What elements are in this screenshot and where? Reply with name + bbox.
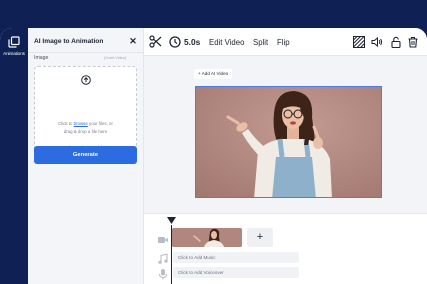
- rail-item-animations[interactable]: Animations: [0, 34, 28, 62]
- layers-icon: [8, 36, 20, 48]
- trash-icon[interactable]: [407, 36, 419, 48]
- add-music-track[interactable]: Click to Add Music: [173, 252, 299, 263]
- panel-divider: [28, 52, 144, 53]
- left-rail: Animations: [0, 28, 28, 284]
- preview-image: [196, 87, 381, 197]
- music-icon: [158, 253, 168, 264]
- dropzone-drag-text: drag & drop a file here: [63, 129, 108, 134]
- clock-icon[interactable]: [169, 36, 181, 48]
- close-icon[interactable]: ✕: [127, 35, 139, 47]
- lock-icon[interactable]: [390, 36, 402, 48]
- pattern-icon[interactable]: [353, 36, 365, 48]
- timeline-ruler[interactable]: [144, 214, 427, 224]
- add-voiceover-track[interactable]: Click to Add Voiceover: [173, 267, 299, 278]
- clip-thumbnail: [172, 228, 242, 247]
- browse-link[interactable]: browse: [74, 121, 88, 126]
- dropzone-instruction: Click to browse your files, or: [35, 121, 136, 126]
- editor-toolbar: 5.0s Edit Video Split Flip: [144, 28, 427, 56]
- ai-panel: AI Image to Animation ✕ Image (Octet Vid…: [28, 28, 144, 284]
- edit-video-button[interactable]: Edit Video: [209, 38, 244, 47]
- microphone-icon: [159, 269, 167, 280]
- video-preview[interactable]: [195, 86, 382, 198]
- image-label: Image: [34, 55, 49, 61]
- duration-value[interactable]: 5.0s: [184, 37, 200, 47]
- image-hint: (Octet Video): [104, 56, 127, 60]
- canvas-area: + Add AI Video: [144, 57, 427, 213]
- playhead-marker[interactable]: [167, 217, 176, 225]
- video-clip[interactable]: [172, 228, 242, 247]
- flip-button[interactable]: Flip: [277, 38, 290, 47]
- generate-button[interactable]: Generate: [34, 146, 137, 164]
- add-clip-button[interactable]: +: [247, 228, 273, 247]
- timeline: + Click to Add Music Click to Add Voiceo…: [144, 213, 427, 284]
- panel-title: AI Image to Animation: [34, 38, 104, 45]
- split-button[interactable]: Split: [253, 38, 268, 47]
- dropzone-text-suffix: your files, or: [87, 121, 113, 126]
- scissors-icon[interactable]: [149, 35, 162, 48]
- add-ai-video-button[interactable]: + Add AI Video: [194, 69, 233, 79]
- app-window: Animations AI Image to Animation ✕ Image…: [0, 28, 427, 284]
- video-track-icon: [158, 237, 168, 243]
- rail-item-label: Animations: [3, 51, 25, 56]
- dropzone-text-prefix: Click to: [58, 121, 74, 126]
- upload-icon: [81, 75, 91, 85]
- volume-icon[interactable]: [371, 36, 383, 48]
